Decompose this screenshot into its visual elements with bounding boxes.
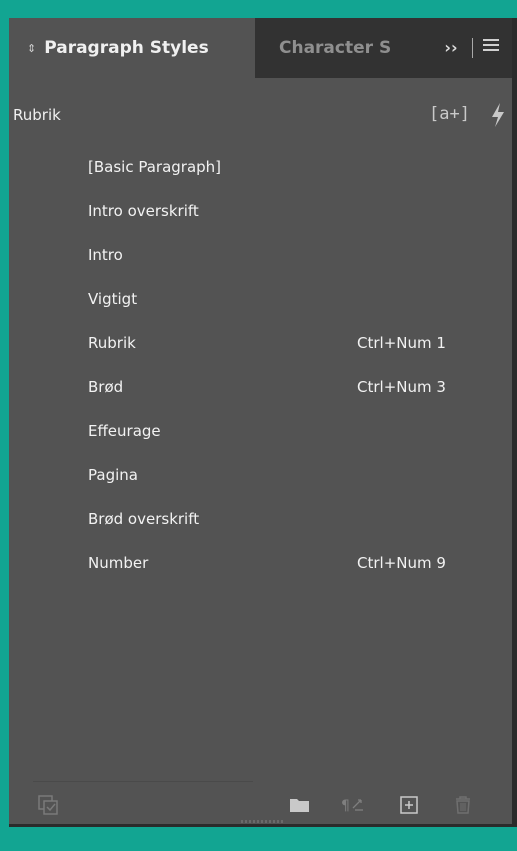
lightning-bolt-icon[interactable]: [489, 102, 507, 128]
tab-label: Paragraph Styles: [44, 38, 209, 58]
tab-label: Character S: [279, 38, 392, 58]
list-item[interactable]: Pagina: [9, 454, 512, 498]
load-styles-icon[interactable]: [37, 794, 59, 816]
list-item[interactable]: Brød overskrift: [9, 498, 512, 542]
updown-arrows-icon[interactable]: ⇕: [27, 42, 36, 55]
list-item[interactable]: Rubrik Ctrl+Num 1: [9, 322, 512, 366]
panel-bottom-toolbar: ¶: [9, 788, 512, 824]
list-item[interactable]: Intro: [9, 234, 512, 278]
tab-overflow-button[interactable]: ››: [439, 36, 463, 60]
panel-frame: ⇕ Paragraph Styles Character S ›› Rubrik…: [9, 18, 517, 827]
tab-divider: [472, 38, 473, 58]
list-item[interactable]: Vigtigt: [9, 278, 512, 322]
new-style-from-selection-button[interactable]: [a+]: [429, 104, 470, 124]
trash-icon[interactable]: [452, 794, 474, 816]
clear-overrides-icon[interactable]: ¶: [339, 794, 369, 816]
style-name: Brød overskrift: [88, 510, 200, 528]
hamburger-menu-icon[interactable]: [483, 39, 499, 57]
svg-text:¶: ¶: [341, 798, 350, 814]
current-style-label: Rubrik: [13, 106, 61, 124]
style-name: Pagina: [88, 466, 138, 484]
style-name: Effeurage: [88, 422, 161, 440]
list-item[interactable]: Brød Ctrl+Num 3: [9, 366, 512, 410]
style-name: Rubrik: [88, 334, 136, 352]
resize-grip[interactable]: [241, 820, 285, 823]
paragraph-styles-panel: ⇕ Paragraph Styles Character S ›› Rubrik…: [9, 18, 512, 824]
paragraph-style-list: [Basic Paragraph] Intro overskrift Intro…: [9, 146, 512, 586]
folder-icon[interactable]: [289, 794, 311, 816]
tab-paragraph-styles[interactable]: ⇕ Paragraph Styles: [9, 18, 255, 78]
plus-square-icon[interactable]: [398, 794, 420, 816]
list-item[interactable]: Number Ctrl+Num 9: [9, 542, 512, 586]
list-item[interactable]: Effeurage: [9, 410, 512, 454]
panel-tab-bar: ⇕ Paragraph Styles Character S ››: [9, 18, 512, 78]
list-item[interactable]: Intro overskrift: [9, 190, 512, 234]
style-shortcut: Ctrl+Num 1: [357, 334, 446, 352]
tab-character-styles[interactable]: Character S: [255, 18, 429, 78]
style-name: Intro: [88, 246, 123, 264]
style-name: Brød: [88, 378, 124, 396]
style-name: Intro overskrift: [88, 202, 199, 220]
style-name: [Basic Paragraph]: [88, 158, 222, 176]
style-name: Vigtigt: [88, 290, 138, 308]
style-name: Number: [88, 554, 149, 572]
list-item[interactable]: [Basic Paragraph]: [9, 146, 512, 190]
list-divider: [33, 781, 253, 782]
style-shortcut: Ctrl+Num 9: [357, 554, 446, 572]
style-shortcut: Ctrl+Num 3: [357, 378, 446, 396]
